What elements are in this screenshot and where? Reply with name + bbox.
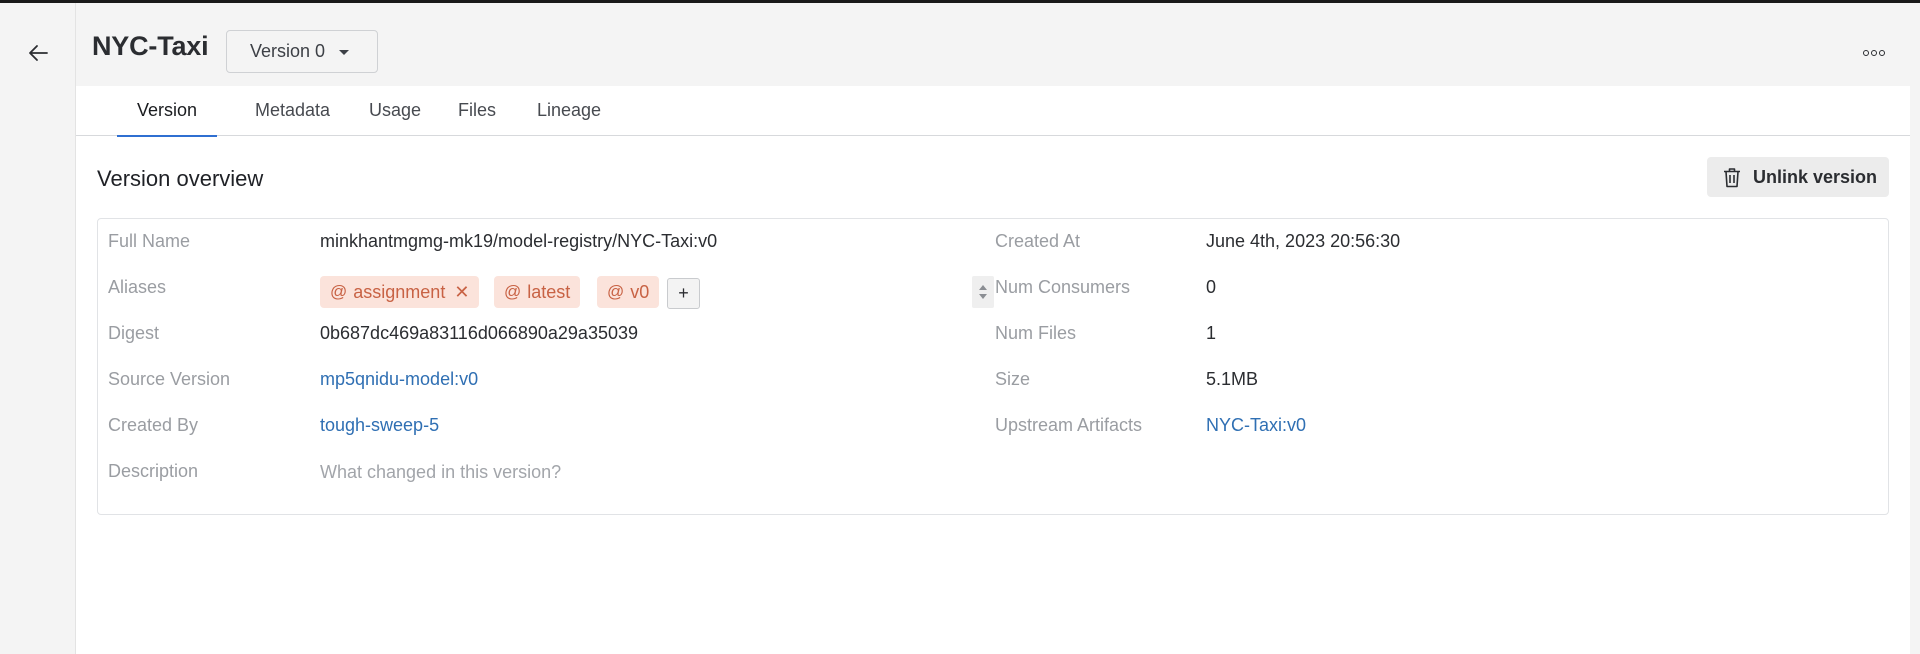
spinner-down-icon — [979, 294, 987, 299]
version-select-value: Version 0 — [250, 41, 326, 61]
plus-icon: + — [678, 283, 689, 303]
size-value: 5.1MB — [1206, 369, 1259, 389]
more-horizontal-icon — [1863, 50, 1885, 56]
add-alias-button[interactable]: + — [667, 278, 700, 309]
alias-name: v0 — [630, 281, 650, 302]
upstream-artifacts-label: Upstream Artifacts — [995, 415, 1143, 435]
tab-files[interactable]: Files — [438, 99, 516, 136]
tab-metadata[interactable]: Metadata — [235, 99, 350, 136]
description-input[interactable]: What changed in this version? — [320, 462, 561, 483]
unlink-version-button[interactable]: Unlink version — [1707, 157, 1889, 197]
back-button[interactable] — [24, 41, 52, 65]
created-by-label: Created By — [108, 415, 199, 435]
section-title: Version overview — [97, 166, 264, 191]
trash-icon — [1724, 167, 1740, 187]
tab-version[interactable]: Version — [117, 99, 218, 137]
at-icon: @ — [330, 282, 348, 301]
page-header: NYC-Taxi Version 0 — [76, 3, 1910, 86]
full-name-value: minkhantmgmg-mk19/model-registry/NYC-Tax… — [320, 231, 718, 251]
alias-tag-latest[interactable]: @ latest — [494, 276, 581, 308]
created-at-label: Created At — [995, 231, 1081, 251]
num-consumers-label: Num Consumers — [995, 277, 1131, 297]
upstream-artifact-link[interactable]: NYC-Taxi:v0 — [1206, 415, 1306, 436]
spinner-up-icon — [979, 285, 987, 290]
alias-tag-assignment[interactable]: @ assignment ✕ — [320, 276, 480, 308]
at-icon: @ — [607, 282, 625, 301]
version-overview-card: Full Name minkhantmgmg-mk19/model-regist… — [97, 218, 1889, 515]
more-options-button[interactable] — [1854, 41, 1894, 65]
tab-lineage[interactable]: Lineage — [517, 99, 621, 136]
aliases-label: Aliases — [108, 277, 167, 297]
caret-down-icon — [339, 50, 350, 55]
at-icon: @ — [504, 282, 522, 301]
digest-label: Digest — [108, 323, 160, 343]
alias-name: assignment — [353, 281, 446, 302]
num-files-value: 1 — [1206, 323, 1217, 343]
alias-tag-v0[interactable]: @ v0 — [597, 276, 660, 308]
digest-value: 0b687dc469a83116d066890a29a35039 — [320, 323, 638, 343]
description-label: Description — [108, 461, 199, 481]
size-label: Size — [995, 369, 1031, 389]
scroll-spinner[interactable] — [972, 276, 994, 308]
source-version-link[interactable]: mp5qnidu-model:v0 — [320, 369, 478, 390]
left-rail — [0, 3, 76, 654]
full-name-label: Full Name — [108, 231, 191, 251]
created-at-value: June 4th, 2023 20:56:30 — [1206, 231, 1401, 251]
tab-usage[interactable]: Usage — [349, 99, 441, 136]
source-version-label: Source Version — [108, 369, 231, 389]
created-by-link[interactable]: tough-sweep-5 — [320, 415, 439, 436]
page-title: NYC-Taxi — [92, 31, 209, 61]
main-panel: Version Metadata Usage Files Lineage Ver… — [76, 86, 1910, 654]
num-files-label: Num Files — [995, 323, 1077, 343]
version-select[interactable]: Version 0 — [226, 30, 378, 73]
alias-name: latest — [527, 281, 571, 302]
unlink-version-label: Unlink version — [1753, 166, 1878, 187]
tab-bar: Version Metadata Usage Files Lineage — [76, 86, 1910, 137]
close-icon[interactable]: ✕ — [454, 282, 469, 303]
num-consumers-value: 0 — [1206, 277, 1217, 297]
arrow-left-icon — [29, 45, 48, 61]
